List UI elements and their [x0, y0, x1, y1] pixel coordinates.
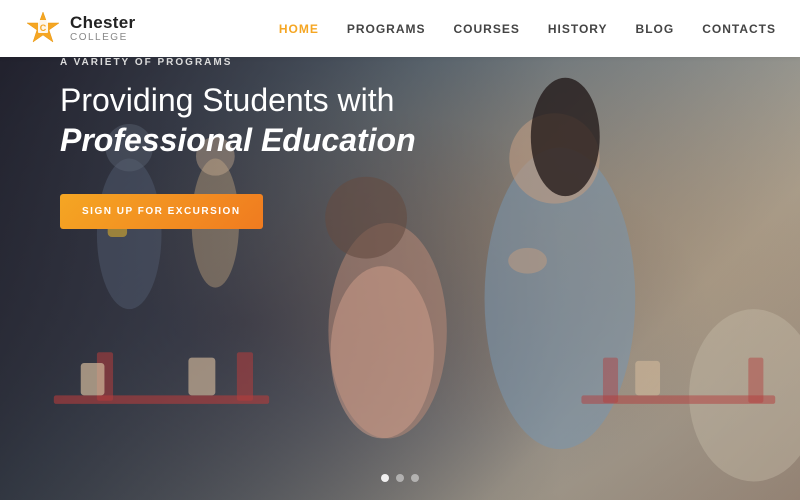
dot-3[interactable]	[411, 474, 419, 482]
svg-text:C: C	[40, 23, 47, 33]
dot-2[interactable]	[396, 474, 404, 482]
logo-icon: C	[24, 10, 62, 48]
nav-home[interactable]: HOME	[279, 18, 319, 40]
hero-title-line2: Professional Education	[60, 120, 420, 160]
nav-courses[interactable]: COURSES	[454, 18, 520, 40]
nav-contacts[interactable]: CONTACTS	[702, 18, 776, 40]
hero-content: A VARIETY OF PROGRAMS Providing Students…	[0, 57, 420, 229]
nav-programs[interactable]: PROGRAMS	[347, 18, 426, 40]
nav-history[interactable]: HISTORY	[548, 18, 608, 40]
site-header: C Chester College HOME PROGRAMS COURSES …	[0, 0, 800, 57]
cta-button[interactable]: SIGN UP FOR EXCURSION	[60, 194, 263, 229]
logo-name: Chester	[70, 14, 135, 33]
dot-1[interactable]	[381, 474, 389, 482]
hero-section: A VARIETY OF PROGRAMS Providing Students…	[0, 57, 800, 500]
hero-subtitle: A VARIETY OF PROGRAMS	[60, 57, 420, 68]
hero-dots	[381, 474, 419, 482]
nav-blog[interactable]: BLOG	[636, 18, 675, 40]
hero-title: Providing Students with Professional Edu…	[60, 80, 420, 160]
logo[interactable]: C Chester College	[24, 10, 135, 48]
logo-sub: College	[70, 32, 135, 43]
logo-text: Chester College	[70, 14, 135, 44]
hero-title-line1: Providing Students with	[60, 82, 394, 118]
main-nav: HOME PROGRAMS COURSES HISTORY BLOG CONTA…	[279, 18, 776, 40]
